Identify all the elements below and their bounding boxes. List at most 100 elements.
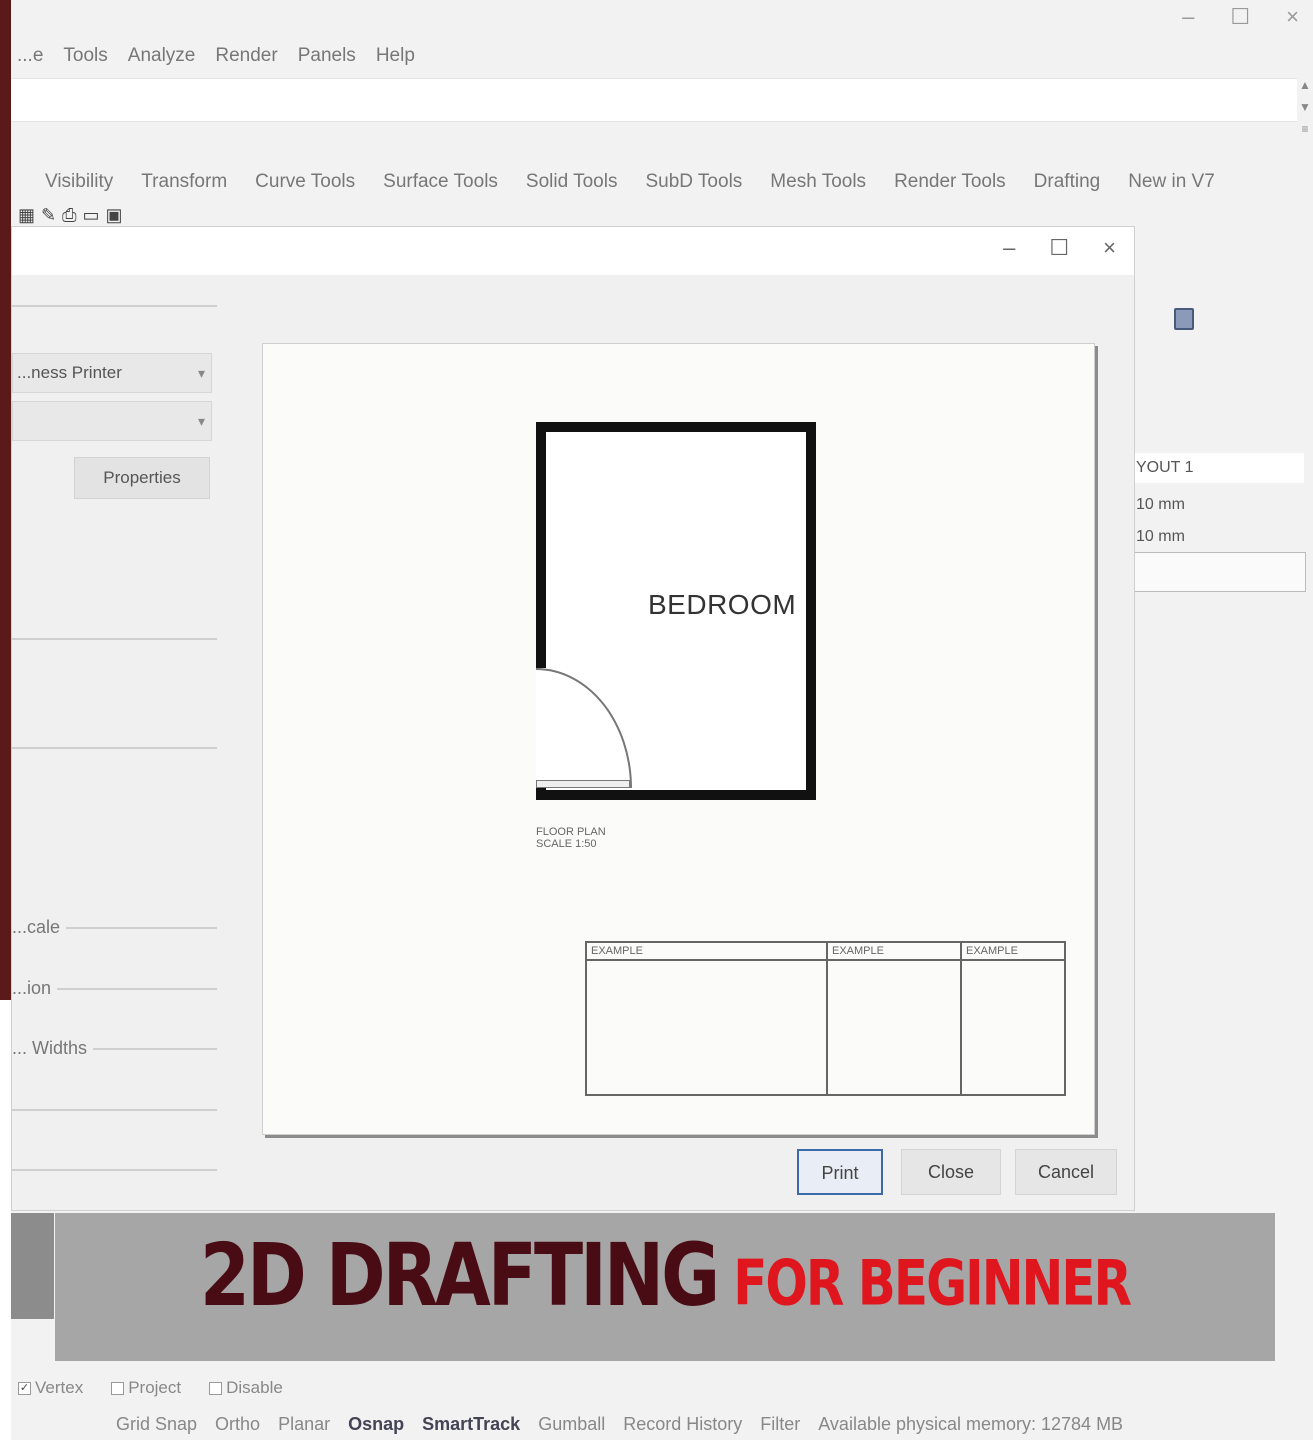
status-osnap[interactable]: Osnap xyxy=(348,1414,404,1435)
layout-icon[interactable] xyxy=(1174,308,1194,330)
osnap-filters: ✓ Vertex Project Disable xyxy=(18,1378,283,1398)
checkbox-icon xyxy=(209,1382,223,1396)
left-window-edge-lower xyxy=(0,1000,11,1440)
toolbar-tabs: Visibility Transform Curve Tools Surface… xyxy=(11,160,1313,204)
panel-width-value[interactable]: 10 mm xyxy=(1134,490,1304,520)
scroll-down-icon[interactable]: ▼ xyxy=(1299,100,1311,114)
app-minimize-button[interactable]: – xyxy=(1182,4,1194,30)
destination-value: ...ness Printer xyxy=(17,363,122,382)
menu-item-tools[interactable]: Tools xyxy=(63,45,107,67)
menu-item-help[interactable]: Help xyxy=(376,45,415,67)
dialog-window-controls: – ☐ × xyxy=(1003,235,1116,261)
room-label: BEDROOM xyxy=(648,589,797,620)
close-button[interactable]: Close xyxy=(901,1149,1001,1195)
destination-select[interactable]: ...ness Printer ▾ xyxy=(12,353,212,393)
project-checkbox[interactable]: Project xyxy=(111,1378,181,1398)
tab-surface-tools[interactable]: Surface Tools xyxy=(383,171,498,193)
panel-field[interactable] xyxy=(1134,552,1306,592)
vertex-label: Vertex xyxy=(35,1378,84,1397)
cancel-button[interactable]: Cancel xyxy=(1015,1149,1117,1195)
dialog-titlebar: – ☐ × xyxy=(12,227,1134,275)
title-banner: 2D DRAFTING FOR BEGINNER xyxy=(55,1213,1275,1361)
status-grid-snap[interactable]: Grid Snap xyxy=(116,1414,197,1435)
door-swing-arc xyxy=(536,668,632,788)
disable-label: Disable xyxy=(226,1378,283,1397)
menu-item-analyze[interactable]: Analyze xyxy=(128,45,196,67)
checkbox-icon xyxy=(111,1382,125,1396)
floor-plan-room: BEDROOM xyxy=(536,422,816,800)
menu-bar: ...e Tools Analyze Render Panels Help xyxy=(11,38,1313,74)
status-planar[interactable]: Planar xyxy=(278,1414,330,1435)
properties-button[interactable]: Properties xyxy=(74,457,210,499)
position-section-label: ...ion xyxy=(12,978,58,999)
tab-render-tools[interactable]: Render Tools xyxy=(894,171,1006,193)
title-block-cell: EXAMPLE xyxy=(828,943,962,1094)
command-area[interactable] xyxy=(11,78,1297,122)
banner-sub-text: FOR BEGINNER xyxy=(733,1246,1132,1320)
chevron-down-icon: ▾ xyxy=(197,365,205,381)
section-divider xyxy=(12,1109,217,1111)
banner-main-text: 2D DRAFTING xyxy=(199,1224,720,1326)
section-divider xyxy=(12,638,217,640)
print-preview: BEDROOM FLOOR PLAN SCALE 1:50 EXAMPLE EX… xyxy=(262,343,1095,1135)
grid-icon[interactable]: ▦ xyxy=(18,205,35,226)
scroll-up-icon[interactable]: ▲ xyxy=(1299,78,1311,92)
print-button[interactable]: Print xyxy=(797,1149,883,1195)
left-window-edge xyxy=(0,0,11,1000)
toolbar-icons: ▦ ✎ ⎙ ▭ ▣ xyxy=(18,205,123,226)
vertex-checkbox[interactable]: ✓ Vertex xyxy=(18,1378,83,1398)
scale-section-label: ...cale xyxy=(12,917,67,938)
app-window-controls: – ☐ × xyxy=(1182,4,1299,30)
app-maximize-button[interactable]: ☐ xyxy=(1230,4,1250,30)
menu-item-panels[interactable]: Panels xyxy=(298,45,356,67)
tab-curve-tools[interactable]: Curve Tools xyxy=(255,171,355,193)
menu-item-partial[interactable]: ...e xyxy=(17,45,43,67)
panel-layout-name[interactable]: YOUT 1 xyxy=(1134,453,1304,483)
print-icon[interactable]: ⎙ xyxy=(62,205,76,226)
status-memory: Available physical memory: 12784 MB xyxy=(818,1413,1124,1434)
banner-left-block xyxy=(11,1213,54,1319)
title-block: EXAMPLE EXAMPLE EXAMPLE xyxy=(585,941,1066,1096)
status-filter[interactable]: Filter xyxy=(760,1414,800,1435)
dialog-minimize-button[interactable]: – xyxy=(1003,235,1015,261)
pencil-icon[interactable]: ✎ xyxy=(41,205,56,226)
status-gumball[interactable]: Gumball xyxy=(538,1414,605,1435)
status-ortho[interactable]: Ortho xyxy=(215,1414,260,1435)
print-dialog: – ☐ × ...ness Printer ▾ ▾ Properties ...… xyxy=(11,226,1135,1211)
title-block-header: EXAMPLE xyxy=(962,943,1064,961)
tab-drafting[interactable]: Drafting xyxy=(1034,171,1101,193)
section-divider xyxy=(12,1169,217,1171)
disable-checkbox[interactable]: Disable xyxy=(209,1378,283,1398)
checkbox-checked-icon: ✓ xyxy=(18,1382,31,1396)
status-bar: Grid Snap Ortho Planar Osnap SmartTrack … xyxy=(116,1408,1313,1440)
status-smarttrack[interactable]: SmartTrack xyxy=(422,1414,520,1435)
menu-item-render[interactable]: Render xyxy=(215,45,277,67)
section-divider xyxy=(12,747,217,749)
status-record-history[interactable]: Record History xyxy=(623,1414,742,1435)
linewidths-section-label: ... Widths xyxy=(12,1038,94,1059)
image-icon[interactable]: ▣ xyxy=(106,205,123,226)
plan-caption-scale: SCALE 1:50 xyxy=(536,838,597,850)
project-label: Project xyxy=(128,1378,182,1397)
app-close-button[interactable]: × xyxy=(1286,4,1299,30)
plan-caption: FLOOR PLAN SCALE 1:50 xyxy=(536,826,606,850)
tab-solid-tools[interactable]: Solid Tools xyxy=(526,171,618,193)
properties-panel: YOUT 1 10 mm 10 mm xyxy=(1134,290,1313,610)
title-block-header: EXAMPLE xyxy=(828,943,960,961)
tab-visibility[interactable]: Visibility xyxy=(45,171,113,193)
title-block-header: EXAMPLE xyxy=(587,943,826,961)
panel-height-value[interactable]: 10 mm xyxy=(1134,522,1304,552)
tab-transform[interactable]: Transform xyxy=(141,171,227,193)
door-leaf xyxy=(536,780,630,788)
frame-icon[interactable]: ▭ xyxy=(83,205,100,226)
dialog-maximize-button[interactable]: ☐ xyxy=(1049,235,1069,261)
tab-new-in-v7[interactable]: New in V7 xyxy=(1128,171,1215,193)
scroll-more-icon[interactable]: ≡ xyxy=(1301,122,1308,136)
paper-select[interactable]: ▾ xyxy=(12,401,212,441)
tab-subd-tools[interactable]: SubD Tools xyxy=(645,171,742,193)
plan-caption-title: FLOOR PLAN xyxy=(536,826,606,838)
title-block-cell: EXAMPLE xyxy=(587,943,828,1094)
tab-mesh-tools[interactable]: Mesh Tools xyxy=(770,171,866,193)
dialog-close-button[interactable]: × xyxy=(1103,235,1116,261)
chevron-down-icon: ▾ xyxy=(197,413,205,429)
